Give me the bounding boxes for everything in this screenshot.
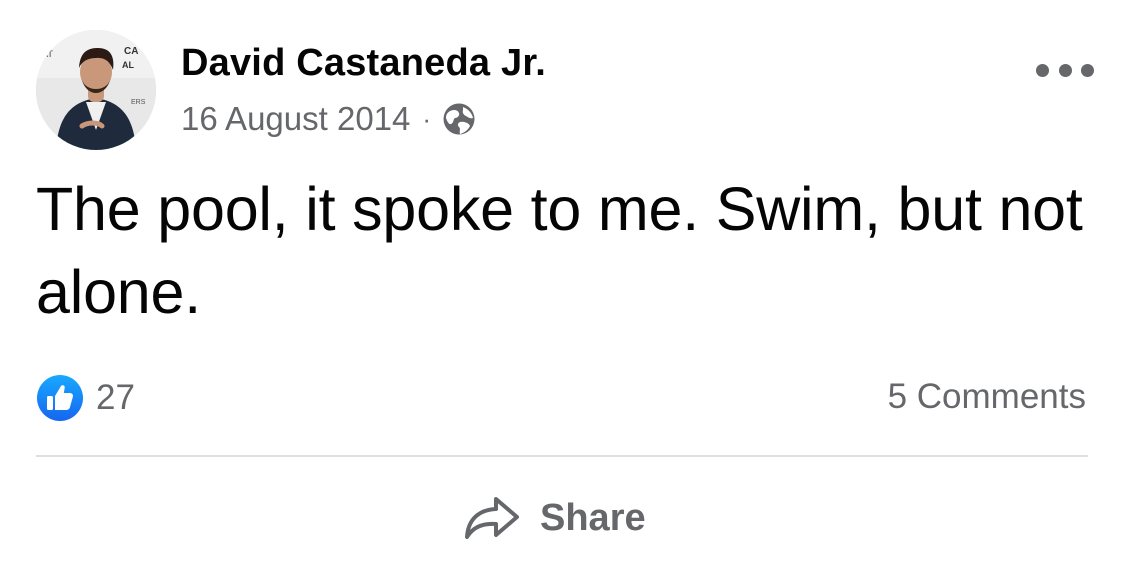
ellipsis-dot: [1036, 63, 1049, 77]
svg-text:AL: AL: [122, 60, 134, 70]
svg-text:CA: CA: [124, 46, 138, 57]
post-text: The pool, it spoke to me. Swim, but not …: [36, 175, 1083, 326]
meta-separator: ·: [422, 104, 432, 134]
post-card: AT CA AL ERS David Castaneda Jr. 16 Augu…: [0, 0, 1124, 572]
svg-text:AT: AT: [42, 49, 53, 59]
reaction-count: 27: [96, 378, 135, 417]
share-label: Share: [540, 496, 646, 539]
share-button[interactable]: Share: [462, 488, 646, 548]
profile-photo: AT CA AL ERS: [36, 30, 156, 150]
svg-text:ERS: ERS: [131, 99, 146, 106]
post-meta: 16 August 2014 ·: [181, 100, 477, 138]
like-icon: [37, 375, 83, 421]
more-options-button[interactable]: [1036, 55, 1094, 85]
author-name[interactable]: David Castaneda Jr.: [181, 42, 546, 85]
reaction-summary[interactable]: 27: [36, 374, 135, 422]
ellipsis-dot: [1058, 63, 1072, 77]
avatar[interactable]: AT CA AL ERS: [36, 30, 156, 150]
globe-icon: [443, 103, 475, 135]
ellipsis-dot: [1081, 63, 1094, 77]
share-arrow-icon: [465, 497, 519, 539]
comments-count-link[interactable]: 5 Comments: [888, 377, 1086, 417]
post-date[interactable]: 16 August 2014: [181, 100, 410, 138]
divider: [36, 455, 1088, 457]
